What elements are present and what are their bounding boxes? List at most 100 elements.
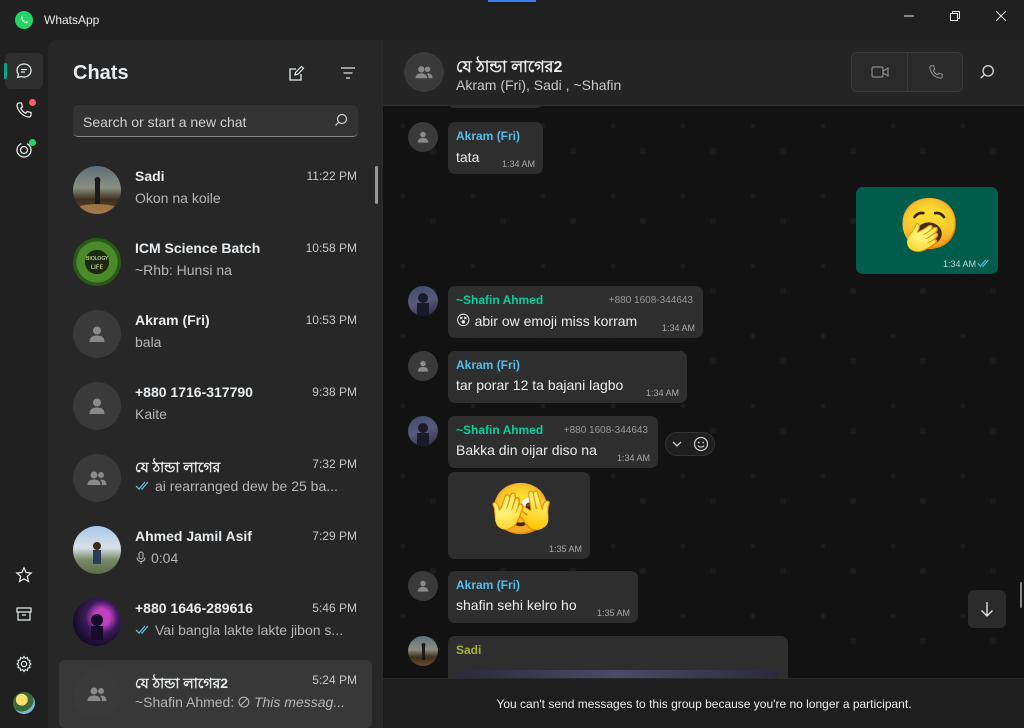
chat-time: 9:38 PM [312, 385, 357, 399]
calls-badge [29, 99, 36, 106]
rail-status-button[interactable] [5, 132, 43, 168]
voice-call-button[interactable] [908, 53, 964, 91]
chat-item-akram[interactable]: Akram (Fri) 10:53 PM bala [59, 300, 372, 368]
avatar [73, 526, 121, 574]
chat-preview: Okon na koile [135, 190, 345, 206]
message-time: 1:35 AM [548, 544, 582, 554]
avatar [73, 670, 121, 718]
message-area[interactable]: Akram (Fri) tata 1:34 AM 🥱 1:34 AM ~Shaf… [383, 106, 1024, 678]
avatar [73, 454, 121, 502]
search-input[interactable]: Search or start a new chat [73, 105, 358, 137]
chat-item-ahmed-jamil-asif[interactable]: Ahmed Jamil Asif 7:29 PM 0:04 [59, 516, 372, 584]
chat-preview: ~Rhb: Hunsi na [135, 262, 345, 278]
chevron-down-icon[interactable] [672, 440, 682, 448]
message-bubble-outgoing[interactable]: 🥱 1:34 AM [856, 187, 998, 274]
message-bubble-partial [448, 106, 543, 108]
message-actions [665, 432, 715, 456]
chat-item-group-thanda[interactable]: যে ঠান্ডা লাগের 7:32 PM ai rearranged de… [59, 444, 372, 512]
call-buttons [851, 52, 963, 92]
chat-item-sadi[interactable]: Sadi 11:22 PM Okon na koile [59, 156, 372, 224]
yawning-face-emoji: 🥱 [898, 196, 961, 252]
message-time: 1:34 AM [501, 159, 535, 169]
conversation-header[interactable]: যে ঠান্ডা লাগের2 Akram (Fri), Sadi , ~Sh… [383, 40, 1024, 106]
message-bubble[interactable]: Akram (Fri) tata 1:34 AM [448, 122, 543, 174]
chat-time: 7:32 PM [312, 457, 357, 471]
close-button[interactable] [978, 0, 1024, 32]
scroll-to-bottom-button[interactable] [968, 590, 1006, 628]
not-participant-notice: You can't send messages to this group be… [496, 696, 912, 711]
message-sender: Akram (Fri) [456, 358, 521, 372]
avatar [73, 382, 121, 430]
rail-settings-button[interactable] [5, 646, 43, 682]
filter-button[interactable] [337, 62, 359, 84]
chat-preview: ai rearranged dew be 25 ba... [135, 478, 345, 494]
chat-item-phone-1646[interactable]: +880 1646-289616 5:46 PM Vai bangla lakt… [59, 588, 372, 656]
minimize-button[interactable] [886, 0, 932, 32]
chat-item-group-thanda-2[interactable]: যে ঠান্ডা লাগের2 5:24 PM ~Shafin Ahmed: … [59, 660, 372, 728]
default-person-icon [417, 360, 429, 372]
default-person-icon [417, 580, 429, 592]
message-phone: +880 1608-344643 [563, 425, 648, 436]
biology-logo-icon: BIOLOGY LIFE [85, 250, 109, 274]
profile-avatar[interactable] [13, 692, 35, 714]
new-chat-button[interactable] [285, 62, 307, 84]
title-accent-line [488, 0, 536, 2]
chat-item-icm-science-batch[interactable]: BIOLOGY LIFE ICM Science Batch 10:58 PM ~… [59, 228, 372, 296]
sender-avatar [408, 636, 438, 666]
chat-item-phone-1716[interactable]: +880 1716-317790 9:38 PM Kaite [59, 372, 372, 440]
default-person-icon [89, 398, 105, 414]
filter-icon [341, 67, 355, 79]
search-icon[interactable] [979, 64, 995, 80]
message-bubble[interactable]: ~Shafin Ahmed +880 1608-344643 😵 abir ow… [448, 286, 703, 338]
minimize-icon [904, 15, 914, 17]
video-camera-icon [870, 66, 889, 78]
rail-starred-button[interactable] [5, 557, 43, 593]
navigation-rail [0, 40, 48, 728]
chat-name: Ahmed Jamil Asif [135, 528, 252, 544]
emoji-reaction-icon[interactable] [693, 436, 709, 452]
chat-name: Sadi [135, 168, 165, 184]
message-bubble-media[interactable]: Sadi [448, 636, 788, 678]
chats-title: Chats [73, 62, 129, 84]
maximize-button[interactable] [932, 0, 978, 32]
message-bubble[interactable]: 🫣 1:35 AM [448, 472, 590, 559]
double-tick-icon [135, 481, 149, 490]
message-bubble[interactable]: ~Shafin Ahmed +880 1608-344643 Bakka din… [448, 416, 658, 468]
svg-text:LIFE: LIFE [91, 264, 104, 271]
group-avatar[interactable] [404, 52, 444, 92]
default-group-icon [87, 687, 107, 701]
message-sender: Akram (Fri) [456, 578, 521, 592]
chat-list-background: Chats Search or start a new chat Sadi 11… [48, 40, 382, 728]
chat-name: +880 1646-289616 [135, 600, 253, 616]
chat-preview: bala [135, 334, 345, 350]
chat-name: যে ঠান্ডা লাগের2 [135, 675, 229, 691]
rail-calls-button[interactable] [5, 92, 43, 128]
double-tick-icon [977, 259, 989, 267]
rail-chats-button[interactable] [4, 53, 43, 89]
video-call-button[interactable] [852, 53, 908, 91]
archive-icon [16, 607, 32, 621]
chat-list-scrollbar[interactable] [375, 166, 378, 204]
message-time: 1:34 AM [942, 259, 976, 269]
chat-preview-prefix: ~Shafin Ahmed: [135, 694, 235, 710]
rail-archived-button[interactable] [5, 596, 43, 632]
chat-name: Akram (Fri) [135, 312, 210, 328]
chat-name: ICM Science Batch [135, 240, 261, 256]
person-photo-icon [417, 423, 429, 446]
svg-text:BIOLOGY: BIOLOGY [86, 256, 109, 262]
message-sender: ~Shafin Ahmed [456, 423, 544, 437]
search-icon [335, 113, 348, 126]
message-bubble[interactable]: Akram (Fri) tar porar 12 ta bajani lagbo… [448, 351, 687, 403]
media-thumbnail[interactable] [456, 670, 778, 678]
arrow-down-icon [981, 602, 993, 617]
message-sender: ~Shafin Ahmed [456, 293, 544, 307]
sender-avatar [408, 351, 438, 381]
message-sender: Sadi [456, 643, 482, 657]
message-scrollbar[interactable] [1020, 582, 1022, 608]
active-indicator [4, 63, 7, 79]
chat-preview: Vai bangla lakte lakte jibon s... [135, 622, 345, 638]
peeking-face-emoji: 🫣 [490, 481, 553, 537]
message-bubble[interactable]: Akram (Fri) shafin sehi kelro ho 1:35 AM [448, 571, 638, 623]
double-tick-icon [135, 625, 149, 634]
person-photo-icon [417, 293, 429, 316]
